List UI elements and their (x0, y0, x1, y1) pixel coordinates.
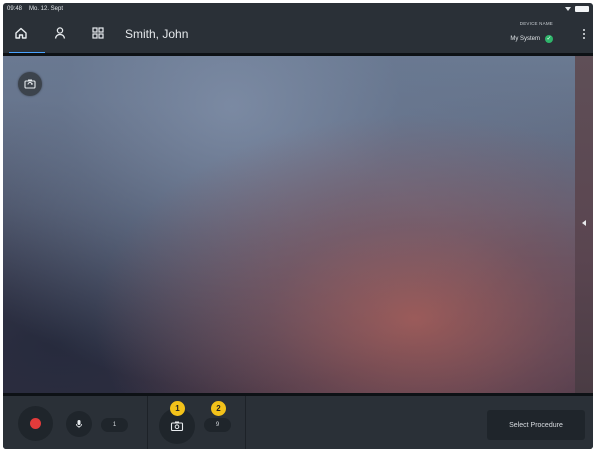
wifi-icon (565, 7, 571, 11)
top-navigation: Smith, John DEVICE NAME My System ✓ (3, 15, 593, 54)
tablet-screen: 09:48 Mo. 12. Sept Smith, John DEVICE NA… (3, 3, 593, 449)
status-date: Mo. 12. Sept (29, 6, 64, 12)
camera-switch-icon (24, 79, 36, 89)
patient-tab[interactable] (47, 21, 73, 45)
system-status: My System ✓ (510, 35, 553, 43)
camera-switch-button[interactable] (18, 72, 42, 96)
home-tab[interactable] (8, 21, 34, 45)
grid-icon (92, 27, 104, 39)
toolbar-separator (245, 396, 246, 449)
toolbar-separator (147, 396, 148, 449)
more-vertical-icon[interactable] (583, 29, 585, 39)
system-info[interactable]: DEVICE NAME My System ✓ (510, 21, 553, 43)
microphone-button[interactable] (66, 411, 92, 437)
status-time: 09:48 (7, 6, 23, 12)
camera-icon (170, 421, 184, 432)
home-icon (15, 27, 27, 39)
patient-name[interactable]: Smith, John (125, 27, 188, 41)
callout-badge-2: 2 (211, 401, 226, 416)
microphone-icon (76, 420, 82, 428)
status-indicators (565, 6, 589, 12)
status-bar: 09:48 Mo. 12. Sept (3, 3, 593, 15)
bottom-toolbar: 1 9 1 2 Select Procedure (3, 396, 593, 449)
side-panel-toggle[interactable] (575, 56, 593, 393)
chevron-left-icon (582, 220, 586, 226)
record-button[interactable] (18, 406, 53, 441)
audio-count[interactable]: 1 (101, 418, 128, 432)
person-icon (54, 27, 66, 39)
apps-tab[interactable] (85, 21, 111, 45)
callout-badge-1: 1 (170, 401, 185, 416)
camera-view (3, 56, 575, 393)
check-circle-icon: ✓ (545, 35, 553, 43)
device-name: DEVICE NAME (519, 21, 553, 26)
system-label: My System (510, 36, 540, 42)
record-icon (30, 418, 41, 429)
select-procedure-button[interactable]: Select Procedure (487, 410, 585, 440)
battery-icon (575, 6, 589, 12)
photo-count[interactable]: 9 (204, 418, 231, 432)
